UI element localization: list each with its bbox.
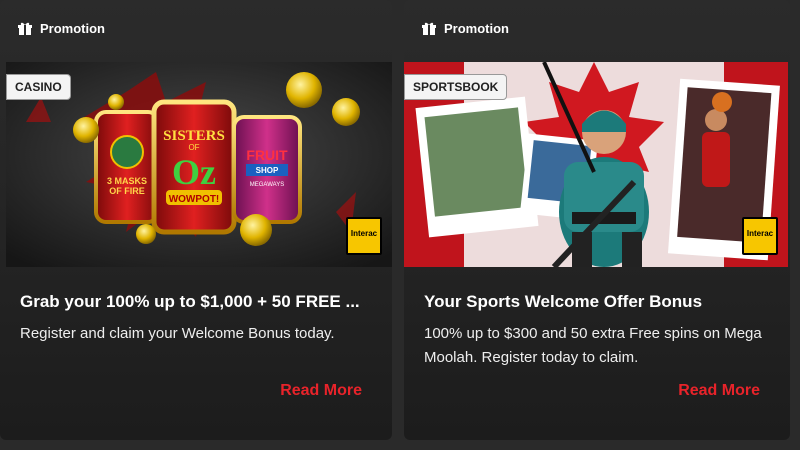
promo-description: 100% up to $300 and 50 extra Free spins …	[424, 325, 762, 366]
svg-text:Oz: Oz	[172, 152, 216, 192]
header-label: Promotion	[40, 20, 105, 36]
promo-card-sportsbook[interactable]: Promotion SPORTSBOOK Interac Your Sports…	[404, 0, 790, 440]
read-more-link[interactable]: Read More	[280, 382, 362, 400]
header-label: Promotion	[444, 20, 509, 36]
gift-icon	[18, 22, 32, 35]
promo-banner-image[interactable]: 3 MASKS OF FIRE SISTERS OF Oz WOWPOT! FR…	[6, 62, 392, 267]
svg-text:OF FIRE: OF FIRE	[109, 186, 145, 196]
svg-text:FRUIT: FRUIT	[246, 147, 288, 163]
promo-title: Your Sports Welcome Offer Bonus	[424, 292, 703, 311]
card-header: Promotion	[0, 0, 392, 56]
svg-text:WOWPOT!: WOWPOT!	[169, 194, 220, 205]
svg-text:SISTERS: SISTERS	[163, 128, 225, 144]
svg-text:3 MASKS: 3 MASKS	[107, 176, 147, 186]
promo-title: Grab your 100% up to $1,000 + 50 FREE ..…	[20, 292, 360, 311]
promo-banner-image[interactable]: SPORTSBOOK Interac	[404, 62, 788, 267]
category-badge: SPORTSBOOK	[404, 74, 508, 100]
interac-logo: Interac	[742, 217, 778, 255]
promo-description: Register and claim your Welcome Bonus to…	[20, 325, 335, 342]
gift-icon	[422, 22, 436, 35]
category-badge: CASINO	[6, 74, 71, 100]
svg-text:SHOP: SHOP	[256, 166, 279, 175]
svg-text:MEGAWAYS: MEGAWAYS	[250, 182, 284, 188]
interac-logo: Interac	[346, 217, 382, 255]
read-more-link[interactable]: Read More	[678, 382, 760, 400]
card-header: Promotion	[404, 0, 790, 56]
promo-card-casino[interactable]: Promotion 3 MASKS OF FIRE SISTERS OF Oz …	[0, 0, 392, 440]
svg-text:OF: OF	[188, 143, 199, 152]
